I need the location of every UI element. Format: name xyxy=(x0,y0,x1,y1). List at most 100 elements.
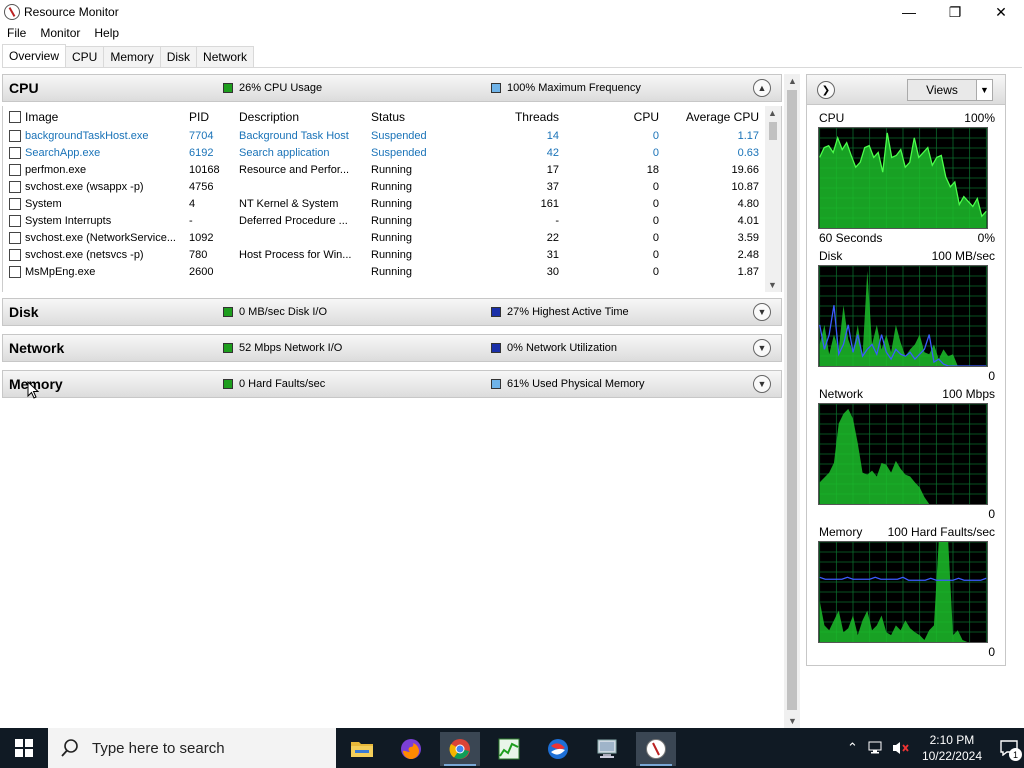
row-checkbox[interactable] xyxy=(9,249,21,261)
menu-help[interactable]: Help xyxy=(87,24,126,42)
firefox-taskbar-button[interactable] xyxy=(391,732,431,766)
scroll-up-icon[interactable]: ▲ xyxy=(768,108,777,118)
disk-expand-button[interactable]: ▼ xyxy=(753,303,771,321)
cell-cpu: 0 xyxy=(652,181,659,193)
cell-pid: 1092 xyxy=(189,232,214,244)
volume-muted-icon[interactable] xyxy=(892,740,910,756)
table-row[interactable]: System 4 NT Kernel & System Running 161 0 4.80 xyxy=(3,196,767,213)
scroll-down-icon[interactable]: ▼ xyxy=(768,280,777,290)
close-button[interactable]: ✕ xyxy=(978,0,1024,24)
column-threads[interactable]: Threads xyxy=(473,110,559,124)
menu-monitor[interactable]: Monitor xyxy=(33,24,87,42)
restore-button[interactable]: ❐ xyxy=(932,0,978,24)
panel-toggle-button[interactable]: ❯ xyxy=(817,81,835,99)
network-icon[interactable] xyxy=(868,741,884,755)
main-scrollbar[interactable]: ▲ ▼ xyxy=(784,74,800,728)
table-row[interactable]: MsMpEng.exe 2600 Running 30 0 1.87 xyxy=(3,264,767,281)
table-row[interactable]: svchost.exe (netsvcs -p) 780 Host Process … xyxy=(3,247,767,264)
table-row[interactable]: perfmon.exe 10168 Resource and Perfor... Ru… xyxy=(3,162,767,179)
row-checkbox[interactable] xyxy=(9,181,21,193)
notification-center-button[interactable]: 1 xyxy=(994,728,1024,768)
table-scroll-thumb[interactable] xyxy=(769,122,777,140)
column-status[interactable]: Status xyxy=(371,110,405,124)
scroll-down-icon[interactable]: ▼ xyxy=(788,716,797,726)
views-dropdown[interactable]: Views ▼ xyxy=(907,79,993,101)
table-row[interactable]: SearchApp.exe 6192 Search application Suspe… xyxy=(3,145,767,162)
cell-pid: 4 xyxy=(189,198,196,210)
cpu-frequency-swatch xyxy=(491,83,501,93)
memory-expand-button[interactable]: ▼ xyxy=(753,375,771,393)
cell-threads: 31 xyxy=(546,249,559,261)
hard-faults-text: 0 Hard Faults/sec xyxy=(239,378,326,390)
cell-pid: 2600 xyxy=(189,266,214,278)
search-icon xyxy=(61,739,78,757)
hard-faults-swatch xyxy=(223,379,233,389)
memory-section-header[interactable]: Memory 0 Hard Faults/sec 61% Used Physic… xyxy=(2,370,782,398)
column-pid[interactable]: PID xyxy=(189,110,209,124)
tab-cpu[interactable]: CPU xyxy=(65,46,105,67)
row-checkbox[interactable] xyxy=(9,215,21,227)
column-average-cpu[interactable]: Average CPU xyxy=(671,110,759,124)
close-icon: ✕ xyxy=(995,3,1007,20)
file-explorer-taskbar-button[interactable] xyxy=(342,732,382,766)
scroll-up-icon[interactable]: ▲ xyxy=(788,76,797,86)
table-scrollbar[interactable]: ▲ ▼ xyxy=(765,106,781,292)
active-app-indicator xyxy=(444,764,476,766)
tab-disk[interactable]: Disk xyxy=(159,46,198,67)
tab-network[interactable]: Network xyxy=(196,46,255,67)
table-row[interactable]: System Interrupts - Deferred Procedure ...… xyxy=(3,213,767,230)
cpu-section-header[interactable]: CPU 26% CPU Usage 100% Maximum Frequency… xyxy=(2,74,782,102)
clock[interactable]: 2:10 PM 10/22/2024 xyxy=(922,732,982,764)
cell-cpu: 0 xyxy=(652,198,659,210)
disk-graph-min: 0 xyxy=(988,369,995,383)
dropdown-arrow-icon: ▼ xyxy=(976,80,992,100)
cell-cpu: 18 xyxy=(646,164,659,176)
chrome-taskbar-button[interactable] xyxy=(440,732,480,766)
app-taskbar-button[interactable] xyxy=(538,732,578,766)
tab-memory[interactable]: Memory xyxy=(103,46,161,67)
cell-cpu: 0 xyxy=(652,232,659,244)
used-memory-text: 61% Used Physical Memory xyxy=(507,378,645,390)
firefox-icon xyxy=(401,739,421,759)
row-checkbox[interactable] xyxy=(9,266,21,278)
disk-section-header[interactable]: Disk 0 MB/sec Disk I/O 27% Highest Activ… xyxy=(2,298,782,326)
resource-monitor-taskbar-button[interactable] xyxy=(636,732,676,766)
main-scroll-thumb[interactable] xyxy=(787,90,797,710)
row-checkbox[interactable] xyxy=(9,198,21,210)
cell-cpu: 0 xyxy=(652,215,659,227)
cpu-usage-text: 26% CPU Usage xyxy=(239,82,323,94)
table-row[interactable]: backgroundTaskHost.exe 7704 Background Tas… xyxy=(3,128,767,145)
tab-overview[interactable]: Overview xyxy=(2,44,67,67)
start-button[interactable] xyxy=(0,728,48,768)
chevron-down-icon: ▼ xyxy=(757,307,767,317)
select-all-checkbox[interactable] xyxy=(9,111,21,123)
cell-image: perfmon.exe xyxy=(25,164,87,176)
row-checkbox[interactable] xyxy=(9,164,21,176)
memory-graph-max: 100 Hard Faults/sec xyxy=(887,525,995,539)
cpu-collapse-button[interactable]: ▲ xyxy=(753,79,771,97)
menu-file[interactable]: File xyxy=(0,24,33,42)
row-checkbox[interactable] xyxy=(9,130,21,142)
task-manager-taskbar-button[interactable] xyxy=(489,732,529,766)
taskbar-search-box[interactable]: Type here to search xyxy=(48,728,336,768)
network-section-header[interactable]: Network 52 Mbps Network I/O 0% Network U… xyxy=(2,334,782,362)
chevron-up-icon[interactable]: ⌃ xyxy=(847,740,858,756)
row-checkbox[interactable] xyxy=(9,232,21,244)
network-graph-max: 100 Mbps xyxy=(942,387,995,401)
table-row[interactable]: svchost.exe (NetworkService... 1092 Runnin… xyxy=(3,230,767,247)
row-checkbox[interactable] xyxy=(9,147,21,159)
column-description[interactable]: Description xyxy=(239,110,299,124)
cell-cpu: 0 xyxy=(652,249,659,261)
tab-bar: Overview CPU Memory Disk Network xyxy=(2,44,1022,68)
network-graph-title: Network xyxy=(819,387,864,401)
column-image[interactable]: Image xyxy=(25,110,58,124)
disk-io-text: 0 MB/sec Disk I/O xyxy=(239,306,328,318)
column-cpu[interactable]: CPU xyxy=(571,110,659,124)
table-row[interactable]: svchost.exe (wsappx -p) 4756 Running 37 0 10.… xyxy=(3,179,767,196)
minimize-button[interactable]: — xyxy=(886,0,932,24)
network-expand-button[interactable]: ▼ xyxy=(753,339,771,357)
memory-graph xyxy=(818,541,988,643)
cell-status: Suspended xyxy=(371,147,427,159)
remote-desktop-taskbar-button[interactable] xyxy=(587,732,627,766)
cell-image: System xyxy=(25,198,62,210)
